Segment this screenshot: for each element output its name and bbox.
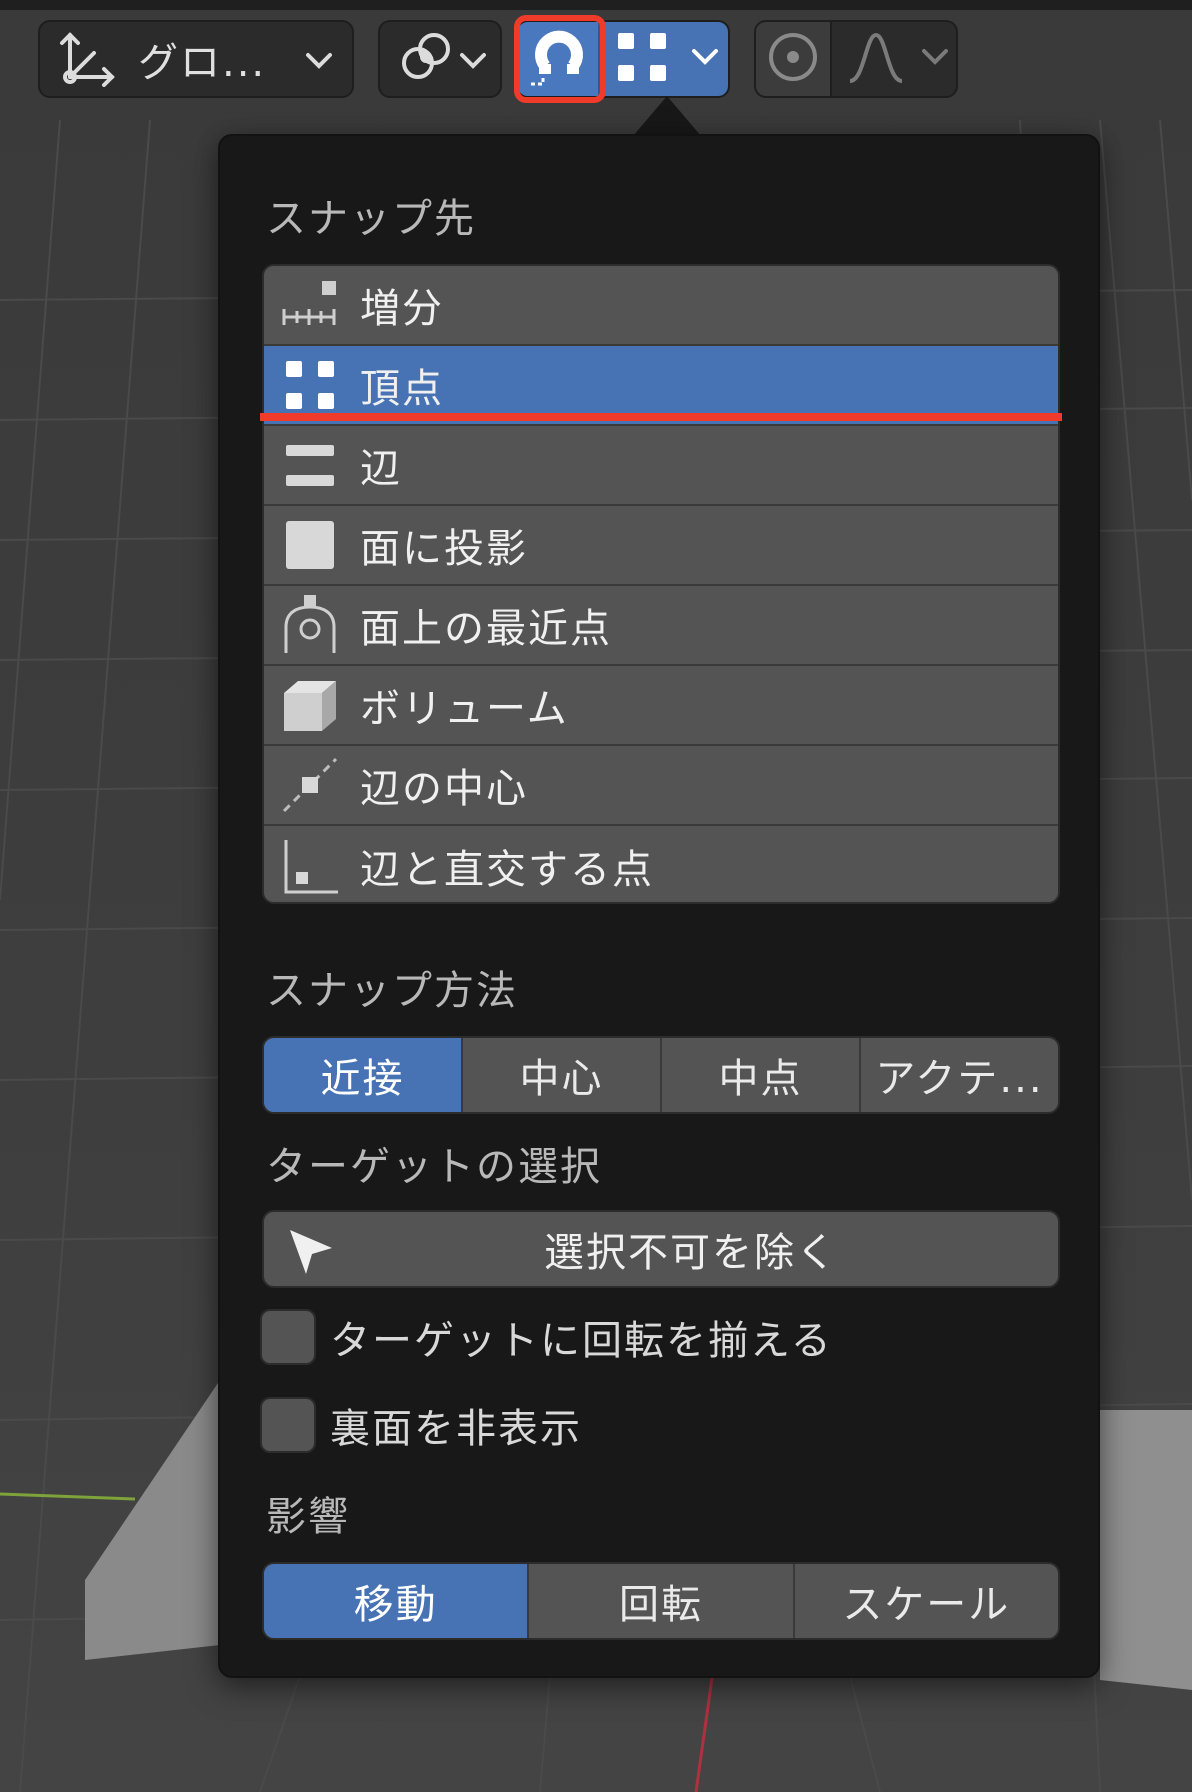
chevron-down-icon (304, 46, 334, 80)
orientation-label: グロ... (138, 40, 267, 86)
snap-method-closest[interactable]: 近接 (264, 1038, 463, 1112)
snapping-popover: スナップ先 増分 頂点 辺 面に投影 面上の最近点 ボリューム 辺の中心 辺と直… (218, 134, 1100, 1678)
backface-culling-checkbox[interactable] (260, 1397, 316, 1453)
pivot-point-dropdown[interactable] (378, 20, 502, 98)
snap-target-label: 頂点 (360, 366, 444, 412)
snap-target-label: ボリューム (360, 686, 569, 732)
snap-control[interactable] (516, 20, 730, 98)
snap-target-item-edge-center[interactable]: 辺の中心 (264, 746, 1058, 826)
affect-move[interactable]: 移動 (264, 1564, 530, 1638)
transform-orientation-dropdown[interactable]: グロ... (38, 20, 354, 98)
snap-target-label: 辺と直交する点 (360, 847, 654, 893)
exclude-non-selectable-label: 選択不可を除く (544, 1230, 838, 1276)
snap-method-selector: 近接 中心 中点 アクテ... (262, 1036, 1060, 1114)
snap-method-median[interactable]: 中点 (662, 1038, 861, 1112)
vertex-icon (614, 29, 670, 89)
snap-target-item-face-nearest[interactable]: 面上の最近点 (264, 586, 1058, 666)
snap-method-center[interactable]: 中心 (463, 1038, 662, 1112)
vertex-icon (278, 353, 342, 417)
backface-culling-row[interactable]: 裏面を非表示 (260, 1396, 582, 1454)
snap-toggle-button[interactable] (518, 22, 600, 96)
volume-icon (278, 673, 342, 737)
affect-scale[interactable]: スケール (795, 1564, 1058, 1638)
snap-target-label: 面に投影 (360, 526, 528, 572)
align-rotation-label: ターゲットに回転を揃える (330, 1318, 833, 1364)
align-rotation-checkbox[interactable] (260, 1309, 316, 1365)
proportional-editing-control[interactable] (754, 20, 958, 98)
edge-center-icon (278, 753, 342, 817)
selected-item-highlight (260, 413, 1062, 421)
header-strip (0, 0, 1192, 10)
chevron-down-icon (920, 42, 950, 76)
backface-culling-label: 裏面を非表示 (330, 1406, 582, 1452)
proportional-circle-icon (766, 30, 820, 88)
align-rotation-row[interactable]: ターゲットに回転を揃える (260, 1308, 833, 1366)
snap-target-item-increment[interactable]: 増分 (264, 266, 1058, 346)
snap-method-title: スナップ方法 (266, 968, 518, 1014)
exclude-non-selectable-dropdown[interactable]: 選択不可を除く (262, 1210, 1060, 1288)
snap-target-label: 面上の最近点 (360, 606, 612, 652)
falloff-dropdown[interactable] (832, 29, 956, 89)
snap-target-item-volume[interactable]: ボリューム (264, 666, 1058, 746)
edge-perpendicular-icon (278, 834, 342, 898)
increment-icon (278, 273, 342, 337)
popover-arrow (633, 96, 701, 136)
snap-target-label: 増分 (360, 286, 444, 332)
snap-target-item-edge[interactable]: 辺 (264, 426, 1058, 506)
affect-selector: 移動 回転 スケール (262, 1562, 1060, 1640)
proportional-editing-toggle[interactable] (756, 22, 832, 96)
edge-icon (278, 433, 342, 497)
snap-target-dropdown[interactable] (600, 29, 728, 89)
target-selection-title: ターゲットの選択 (266, 1144, 602, 1190)
chevron-down-icon (690, 42, 720, 76)
snap-target-title: スナップ先 (266, 196, 476, 242)
affect-title: 影響 (266, 1494, 350, 1540)
falloff-curve-icon (846, 29, 906, 89)
pivot-link-icon (396, 27, 458, 91)
orientation-axes-icon (56, 27, 116, 91)
face-nearest-icon (278, 593, 342, 657)
snap-target-item-edge-perpendicular[interactable]: 辺と直交する点 (264, 826, 1058, 902)
snap-target-item-face-project[interactable]: 面に投影 (264, 506, 1058, 586)
affect-rotate[interactable]: 回転 (529, 1564, 795, 1638)
magnet-icon (527, 26, 589, 92)
snap-method-active[interactable]: アクテ... (861, 1038, 1058, 1112)
snap-target-list: 増分 頂点 辺 面に投影 面上の最近点 ボリューム 辺の中心 辺と直交する点 (262, 264, 1060, 904)
snap-target-label: 辺の中心 (360, 766, 528, 812)
chevron-down-icon (458, 46, 488, 80)
snap-target-label: 辺 (360, 446, 402, 492)
cursor-arrow-icon (286, 1226, 336, 1280)
face-project-icon (278, 513, 342, 577)
